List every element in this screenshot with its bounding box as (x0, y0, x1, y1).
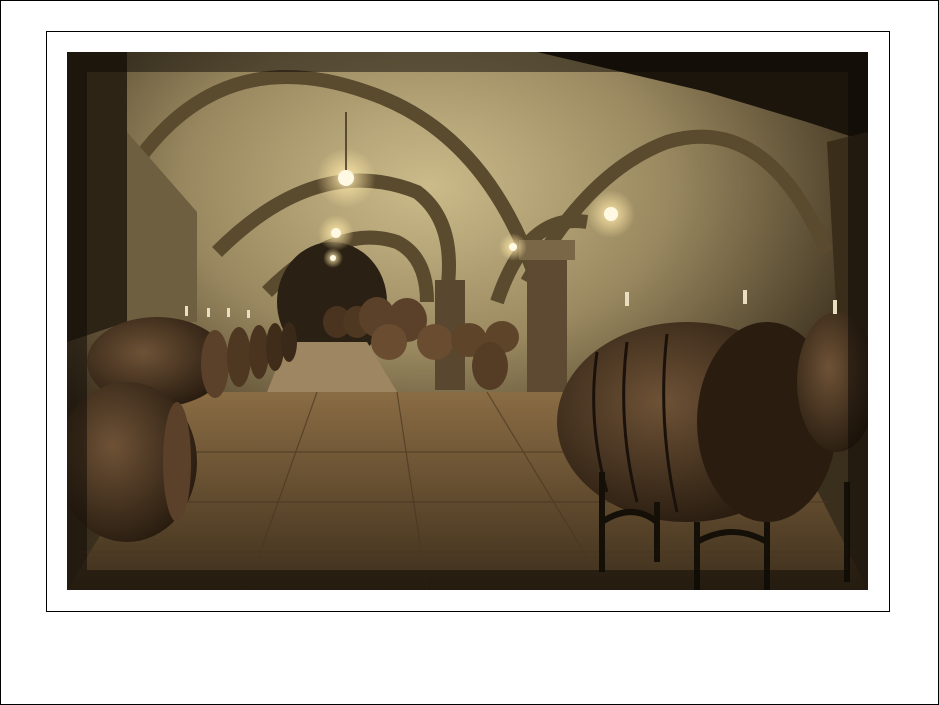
stone-pillar (527, 247, 567, 407)
cellar-photograph (67, 52, 868, 590)
